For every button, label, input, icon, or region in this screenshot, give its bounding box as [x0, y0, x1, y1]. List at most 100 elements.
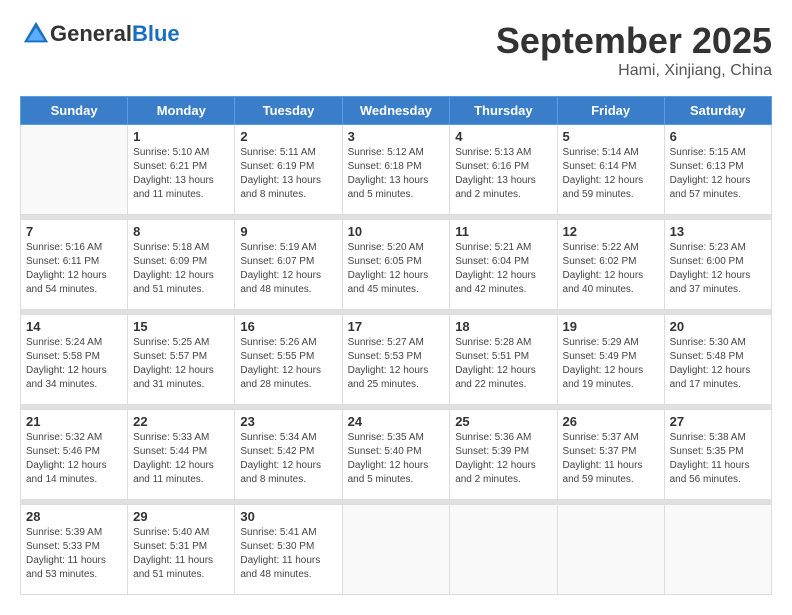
- calendar-day-cell: 7 Sunrise: 5:16 AMSunset: 6:11 PMDaylight…: [21, 220, 128, 310]
- day-info: Sunrise: 5:11 AMSunset: 6:19 PMDaylight:…: [240, 146, 336, 202]
- calendar-day-cell: 5Sunrise: 5:14 AMSunset: 6:14 PMDaylight…: [557, 125, 664, 215]
- month-title: September 2025: [496, 20, 772, 62]
- calendar-day-cell: 17 Sunrise: 5:27 AMSunset: 5:53 PMDayligh…: [342, 315, 450, 405]
- calendar-day-cell: 22 Sunrise: 5:33 AMSunset: 5:44 PMDayligh…: [128, 410, 235, 500]
- calendar-day-cell: [21, 125, 128, 215]
- day-info: Sunrise: 5:36 AMSunset: 5:39 PMDaylight:…: [455, 431, 551, 487]
- day-number: 12: [563, 224, 659, 239]
- day-number: 29: [133, 509, 229, 524]
- day-info: Sunrise: 5:21 AMSunset: 6:04 PMDaylight:…: [455, 241, 551, 297]
- calendar-day-cell: 14Sunrise: 5:24 AMSunset: 5:58 PMDayligh…: [21, 315, 128, 405]
- day-info: Sunrise: 5:28 AMSunset: 5:51 PMDaylight:…: [455, 336, 551, 392]
- day-info: Sunrise: 5:19 AMSunset: 6:07 PMDaylight:…: [240, 241, 336, 297]
- day-number: 20: [670, 319, 766, 334]
- logo: GeneralBlue: [20, 20, 180, 48]
- day-info: Sunrise: 5:30 AMSunset: 5:48 PMDaylight:…: [670, 336, 766, 392]
- calendar-day-cell: [342, 505, 450, 595]
- day-info: Sunrise: 5:35 AMSunset: 5:40 PMDaylight:…: [348, 431, 445, 487]
- day-info: Sunrise: 5:40 AMSunset: 5:31 PMDaylight:…: [133, 526, 229, 582]
- calendar-day-cell: 24 Sunrise: 5:35 AMSunset: 5:40 PMDayligh…: [342, 410, 450, 500]
- day-of-week-header: Saturday: [664, 97, 771, 125]
- day-info: Sunrise: 5:39 AMSunset: 5:33 PMDaylight:…: [26, 526, 122, 582]
- page-header: GeneralBlue September 2025 Hami, Xinjian…: [20, 20, 772, 80]
- day-number: 16: [240, 319, 336, 334]
- day-number: 8: [133, 224, 229, 239]
- day-info: Sunrise: 5:14 AMSunset: 6:14 PMDaylight:…: [563, 146, 659, 202]
- day-info: Sunrise: 5:15 AMSunset: 6:13 PMDaylight:…: [670, 146, 766, 202]
- day-number: 13: [670, 224, 766, 239]
- day-number: 17: [348, 319, 445, 334]
- calendar-week-row: 1Sunrise: 5:10 AMSunset: 6:21 PMDaylight…: [21, 125, 772, 215]
- calendar-day-cell: 12 Sunrise: 5:22 AMSunset: 6:02 PMDayligh…: [557, 220, 664, 310]
- day-info: Sunrise: 5:32 AMSunset: 5:46 PMDaylight:…: [26, 431, 122, 487]
- day-number: 11: [455, 224, 551, 239]
- calendar-day-cell: 1Sunrise: 5:10 AMSunset: 6:21 PMDaylight…: [128, 125, 235, 215]
- day-number: 28: [26, 509, 122, 524]
- calendar-week-row: 28 Sunrise: 5:39 AMSunset: 5:33 PMDayligh…: [21, 505, 772, 595]
- logo-text-blue: Blue: [132, 21, 180, 46]
- day-info: Sunrise: 5:23 AMSunset: 6:00 PMDaylight:…: [670, 241, 766, 297]
- day-number: 6: [670, 129, 766, 144]
- calendar-week-row: 7 Sunrise: 5:16 AMSunset: 6:11 PMDaylight…: [21, 220, 772, 310]
- day-info: Sunrise: 5:41 AMSunset: 5:30 PMDaylight:…: [240, 526, 336, 582]
- calendar-table: SundayMondayTuesdayWednesdayThursdayFrid…: [20, 96, 772, 595]
- day-number: 24: [348, 414, 445, 429]
- day-of-week-header: Friday: [557, 97, 664, 125]
- day-of-week-header: Thursday: [450, 97, 557, 125]
- title-block: September 2025 Hami, Xinjiang, China: [496, 20, 772, 80]
- day-info: Sunrise: 5:25 AMSunset: 5:57 PMDaylight:…: [133, 336, 229, 392]
- calendar-day-cell: [557, 505, 664, 595]
- calendar-header-row: SundayMondayTuesdayWednesdayThursdayFrid…: [21, 97, 772, 125]
- day-info: Sunrise: 5:22 AMSunset: 6:02 PMDaylight:…: [563, 241, 659, 297]
- day-number: 27: [670, 414, 766, 429]
- calendar-day-cell: 19 Sunrise: 5:29 AMSunset: 5:49 PMDayligh…: [557, 315, 664, 405]
- day-number: 25: [455, 414, 551, 429]
- calendar-day-cell: 20 Sunrise: 5:30 AMSunset: 5:48 PMDayligh…: [664, 315, 771, 405]
- day-info: Sunrise: 5:26 AMSunset: 5:55 PMDaylight:…: [240, 336, 336, 392]
- logo-text-general: General: [50, 21, 132, 46]
- day-of-week-header: Monday: [128, 97, 235, 125]
- location-title: Hami, Xinjiang, China: [496, 62, 772, 80]
- calendar-day-cell: 3 Sunrise: 5:12 AMSunset: 6:18 PMDaylight…: [342, 125, 450, 215]
- day-info: Sunrise: 5:38 AMSunset: 5:35 PMDaylight:…: [670, 431, 766, 487]
- day-info: Sunrise: 5:20 AMSunset: 6:05 PMDaylight:…: [348, 241, 445, 297]
- calendar-day-cell: 4Sunrise: 5:13 AMSunset: 6:16 PMDaylight…: [450, 125, 557, 215]
- day-number: 30: [240, 509, 336, 524]
- calendar-day-cell: 28 Sunrise: 5:39 AMSunset: 5:33 PMDayligh…: [21, 505, 128, 595]
- calendar-day-cell: 30 Sunrise: 5:41 AMSunset: 5:30 PMDayligh…: [235, 505, 342, 595]
- calendar-day-cell: 18 Sunrise: 5:28 AMSunset: 5:51 PMDayligh…: [450, 315, 557, 405]
- calendar-day-cell: 29 Sunrise: 5:40 AMSunset: 5:31 PMDayligh…: [128, 505, 235, 595]
- day-number: 26: [563, 414, 659, 429]
- day-number: 7: [26, 224, 122, 239]
- day-number: 22: [133, 414, 229, 429]
- day-number: 23: [240, 414, 336, 429]
- day-number: 14: [26, 319, 122, 334]
- day-info: Sunrise: 5:12 AMSunset: 6:18 PMDaylight:…: [348, 146, 445, 202]
- calendar-day-cell: 6 Sunrise: 5:15 AMSunset: 6:13 PMDaylight…: [664, 125, 771, 215]
- calendar-day-cell: 9 Sunrise: 5:19 AMSunset: 6:07 PMDaylight…: [235, 220, 342, 310]
- day-info: Sunrise: 5:10 AMSunset: 6:21 PMDaylight:…: [133, 146, 229, 202]
- calendar-week-row: 21 Sunrise: 5:32 AMSunset: 5:46 PMDayligh…: [21, 410, 772, 500]
- day-info: Sunrise: 5:34 AMSunset: 5:42 PMDaylight:…: [240, 431, 336, 487]
- day-number: 3: [348, 129, 445, 144]
- calendar-day-cell: 11 Sunrise: 5:21 AMSunset: 6:04 PMDayligh…: [450, 220, 557, 310]
- day-number: 9: [240, 224, 336, 239]
- day-number: 18: [455, 319, 551, 334]
- day-info: Sunrise: 5:33 AMSunset: 5:44 PMDaylight:…: [133, 431, 229, 487]
- day-info: Sunrise: 5:29 AMSunset: 5:49 PMDaylight:…: [563, 336, 659, 392]
- calendar-day-cell: 23 Sunrise: 5:34 AMSunset: 5:42 PMDayligh…: [235, 410, 342, 500]
- day-of-week-header: Wednesday: [342, 97, 450, 125]
- calendar-day-cell: 26 Sunrise: 5:37 AMSunset: 5:37 PMDayligh…: [557, 410, 664, 500]
- day-info: Sunrise: 5:27 AMSunset: 5:53 PMDaylight:…: [348, 336, 445, 392]
- day-info: Sunrise: 5:37 AMSunset: 5:37 PMDaylight:…: [563, 431, 659, 487]
- day-number: 10: [348, 224, 445, 239]
- calendar-day-cell: 13 Sunrise: 5:23 AMSunset: 6:00 PMDayligh…: [664, 220, 771, 310]
- calendar-day-cell: 8Sunrise: 5:18 AMSunset: 6:09 PMDaylight…: [128, 220, 235, 310]
- calendar-week-row: 14Sunrise: 5:24 AMSunset: 5:58 PMDayligh…: [21, 315, 772, 405]
- calendar-day-cell: 10 Sunrise: 5:20 AMSunset: 6:05 PMDayligh…: [342, 220, 450, 310]
- day-info: Sunrise: 5:13 AMSunset: 6:16 PMDaylight:…: [455, 146, 551, 202]
- day-number: 21: [26, 414, 122, 429]
- calendar-day-cell: 27 Sunrise: 5:38 AMSunset: 5:35 PMDayligh…: [664, 410, 771, 500]
- day-info: Sunrise: 5:16 AMSunset: 6:11 PMDaylight:…: [26, 241, 122, 297]
- day-number: 19: [563, 319, 659, 334]
